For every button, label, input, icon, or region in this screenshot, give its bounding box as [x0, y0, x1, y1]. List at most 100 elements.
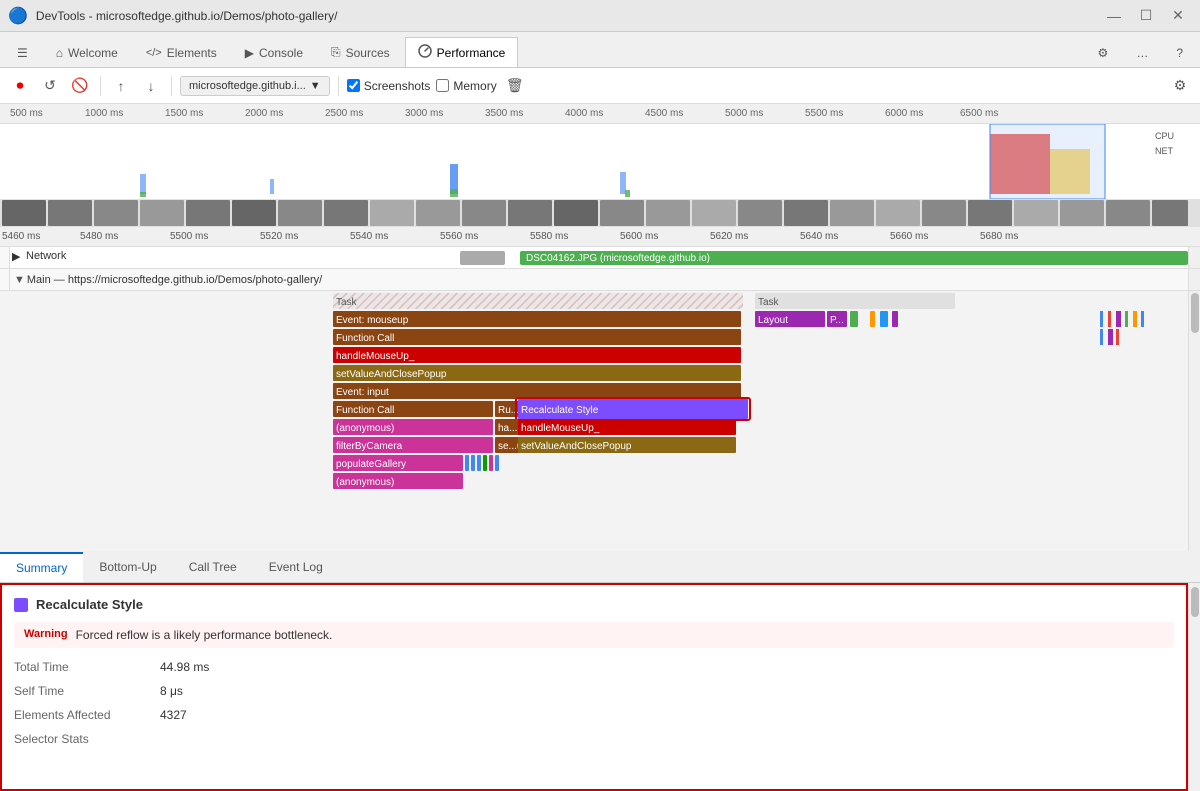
minimize-button[interactable]: —	[1100, 7, 1128, 25]
tick-500: 500 ms	[10, 108, 43, 119]
flame-tick-5480: 5480 ms	[80, 231, 118, 242]
window-title: DevTools - microsoftedge.github.io/Demos…	[36, 9, 1092, 23]
clear-button[interactable]: 🚫	[68, 74, 92, 98]
screenshot-strip	[0, 199, 1200, 227]
svg-text:Task: Task	[758, 297, 780, 308]
record-button[interactable]: ⏺	[8, 74, 32, 98]
tick-2500: 2500 ms	[325, 108, 363, 119]
tab-console-label: Console	[259, 46, 303, 60]
timeline-chart[interactable]: CPU NET	[0, 124, 1200, 199]
memory-checkbox[interactable]	[436, 79, 449, 92]
refresh-record-button[interactable]: ↺	[38, 74, 62, 98]
svg-text:setValueAndClosePopup: setValueAndClosePopup	[336, 369, 447, 380]
network-label-triangle: ▶	[12, 250, 20, 263]
elements-affected-value: 4327	[160, 708, 187, 722]
tick-6500: 6500 ms	[960, 108, 998, 119]
network-scrollbar	[1188, 247, 1200, 268]
flame-tick-5500: 5500 ms	[170, 231, 208, 242]
screenshots-toggle[interactable]: Screenshots	[347, 79, 431, 93]
tick-1500: 1500 ms	[165, 108, 203, 119]
url-dropdown-icon[interactable]: ▼	[310, 80, 321, 92]
main-track-label: Main — https://microsoftedge.github.io/D…	[27, 274, 322, 286]
flame-tick-5660: 5660 ms	[890, 231, 928, 242]
elements-icon: </>	[146, 47, 162, 59]
upload-button[interactable]: ↑	[109, 74, 133, 98]
memory-label: Memory	[453, 79, 496, 93]
performance-icon	[418, 44, 432, 61]
svg-text:Task: Task	[336, 297, 358, 308]
flame-scrollbar-thumb[interactable]	[1191, 293, 1199, 333]
flame-tick-5540: 5540 ms	[350, 231, 388, 242]
svg-text:P...: P...	[830, 315, 844, 326]
tab-summary[interactable]: Summary	[0, 552, 83, 582]
svg-text:filterByCamera: filterByCamera	[336, 441, 403, 452]
flame-chart[interactable]: Task Task Event: mouseup Function Call	[0, 291, 1200, 551]
svg-text:setValueAndClosePopup: setValueAndClosePopup	[521, 441, 632, 452]
tab-event-log[interactable]: Event Log	[253, 552, 339, 582]
flame-tick-5580: 5580 ms	[530, 231, 568, 242]
screenshots-checkbox[interactable]	[347, 79, 360, 92]
main-track-gutter	[0, 269, 10, 290]
summary-title-text: Recalculate Style	[36, 597, 143, 612]
flame-tick-5600: 5600 ms	[620, 231, 658, 242]
total-time-row: Total Time 44.98 ms	[14, 658, 1174, 676]
memory-toggle[interactable]: Memory	[436, 79, 496, 93]
svg-text:Function Call: Function Call	[336, 405, 394, 416]
separator-3	[338, 76, 339, 96]
settings-button[interactable]: ⚙	[1085, 37, 1122, 67]
app-icon: 🔵	[8, 6, 28, 26]
self-time-key: Self Time	[14, 684, 144, 698]
close-button[interactable]: ✕	[1164, 7, 1192, 25]
network-track-label: Network	[26, 250, 66, 262]
svg-text:CPU: CPU	[1155, 131, 1174, 141]
download-button[interactable]: ↓	[139, 74, 163, 98]
timeline-overview[interactable]: 500 ms 1000 ms 1500 ms 2000 ms 2500 ms 3…	[0, 104, 1200, 199]
elements-affected-row: Elements Affected 4327	[14, 706, 1174, 724]
separator-1	[100, 76, 101, 96]
total-time-value: 44.98 ms	[160, 660, 209, 674]
flame-vertical-scrollbar[interactable]	[1188, 291, 1200, 551]
svg-text:Event: mouseup: Event: mouseup	[336, 315, 409, 326]
tab-console[interactable]: ▶ Console	[232, 37, 316, 67]
tick-1000: 1000 ms	[85, 108, 123, 119]
tick-5000: 5000 ms	[725, 108, 763, 119]
tab-sidebar-toggle[interactable]: ☰	[4, 37, 41, 67]
summary-scrollbar[interactable]	[1188, 583, 1200, 791]
total-time-key: Total Time	[14, 660, 144, 674]
tick-4500: 4500 ms	[645, 108, 683, 119]
flame-section: 5460 ms 5480 ms 5500 ms 5520 ms 5540 ms …	[0, 199, 1200, 551]
settings-gear-button[interactable]: ⚙	[1168, 74, 1192, 98]
maximize-button[interactable]: ☐	[1132, 7, 1160, 25]
tab-sources[interactable]: ⎘ Sources	[318, 37, 403, 67]
tab-call-tree[interactable]: Call Tree	[173, 552, 253, 582]
warning-text: Forced reflow is a likely performance bo…	[76, 628, 333, 642]
tab-performance[interactable]: Performance	[405, 37, 519, 67]
main-track-triangle: ▼	[14, 274, 25, 286]
trash-button[interactable]: 🗑	[503, 74, 527, 98]
help-button[interactable]: ?	[1163, 37, 1196, 67]
tab-summary-label: Summary	[16, 561, 67, 575]
tick-3000: 3000 ms	[405, 108, 443, 119]
sources-icon: ⎘	[331, 45, 341, 60]
selector-stats-row[interactable]: Selector Stats	[14, 730, 1174, 748]
console-icon: ▶	[245, 46, 254, 60]
window-controls: — ☐ ✕	[1100, 7, 1192, 25]
tab-call-tree-label: Call Tree	[189, 560, 237, 574]
tick-6000: 6000 ms	[885, 108, 923, 119]
summary-scrollbar-thumb[interactable]	[1191, 587, 1199, 617]
more-tools-button[interactable]: …	[1123, 37, 1161, 67]
tab-welcome[interactable]: ⌂ Welcome	[43, 37, 131, 67]
url-text: microsoftedge.github.i...	[189, 80, 306, 92]
tick-3500: 3500 ms	[485, 108, 523, 119]
summary-title-row: Recalculate Style	[14, 597, 1174, 612]
tick-5500: 5500 ms	[805, 108, 843, 119]
screenshots-label: Screenshots	[364, 79, 431, 93]
devtools-tab-bar: ☰ ⌂ Welcome </> Elements ▶ Console ⎘ Sou…	[0, 32, 1200, 68]
tab-bottom-up[interactable]: Bottom-Up	[83, 552, 172, 582]
svg-text:handleMouseUp_: handleMouseUp_	[336, 351, 415, 362]
tab-sources-label: Sources	[346, 46, 390, 60]
self-time-row: Self Time 8 μs	[14, 682, 1174, 700]
network-bar-gray	[460, 251, 505, 265]
flame-main-content[interactable]: Task Task Event: mouseup Function Call	[0, 291, 1188, 551]
tab-elements[interactable]: </> Elements	[133, 37, 230, 67]
